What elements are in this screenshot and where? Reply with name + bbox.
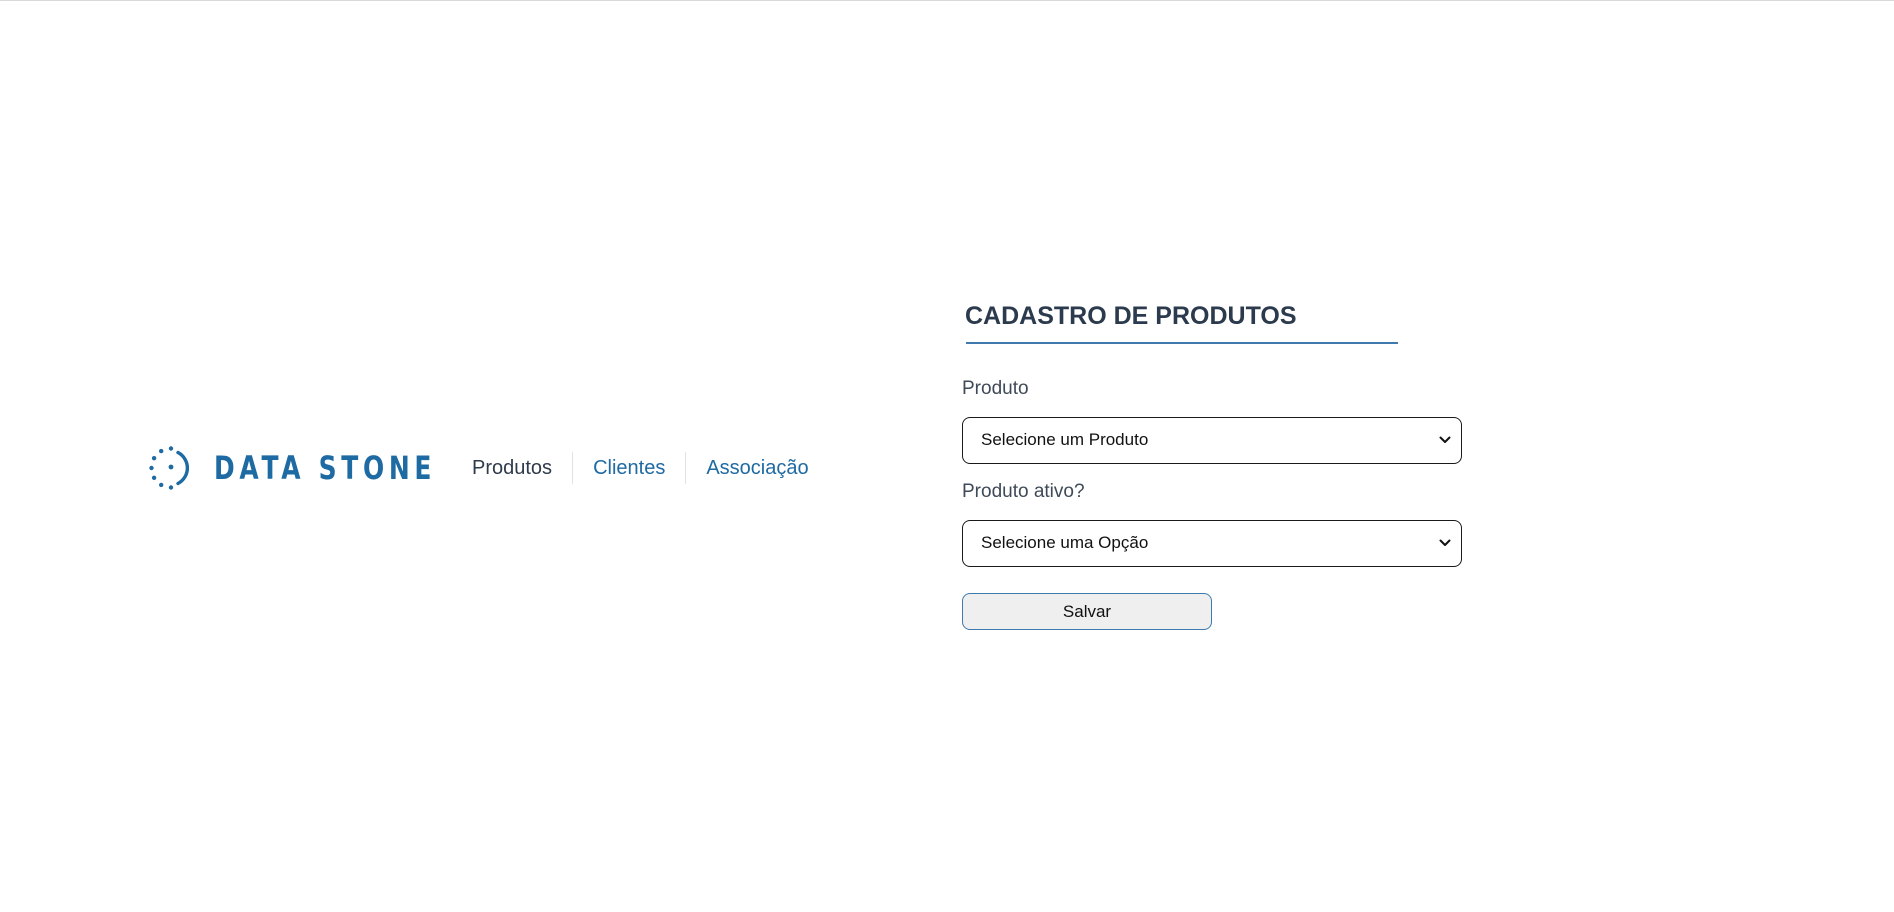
nav-item-produtos[interactable]: Produtos <box>452 452 572 484</box>
product-registration-form: CADASTRO DE PRODUTOS Produto Selecione u… <box>962 298 1462 630</box>
produto-ativo-label: Produto ativo? <box>962 481 1085 502</box>
site-header: DATA STONE Produtos Clientes Associação <box>148 442 829 494</box>
title-underline <box>966 342 1398 344</box>
produto-select-value: Selecione um Produto <box>981 430 1149 449</box>
page-title: CADASTRO DE PRODUTOS <box>965 302 1297 330</box>
nav-item-clientes[interactable]: Clientes <box>573 452 685 484</box>
dotted-circle-logo-icon <box>149 446 189 490</box>
produto-ativo-select-value: Selecione uma Opção <box>981 533 1149 552</box>
brand-name: DATA STONE <box>214 449 437 487</box>
main-nav: Produtos Clientes Associação <box>452 452 829 484</box>
produto-label: Produto <box>962 378 1029 399</box>
brand-logo[interactable]: DATA STONE <box>148 442 437 494</box>
save-button[interactable]: Salvar <box>962 593 1212 630</box>
chevron-down-icon <box>1439 436 1451 443</box>
top-border <box>0 0 1894 1</box>
produto-select[interactable]: Selecione um Produto <box>962 417 1462 464</box>
nav-item-associacao[interactable]: Associação <box>686 452 828 484</box>
chevron-down-icon <box>1439 539 1451 546</box>
produto-ativo-select[interactable]: Selecione uma Opção <box>962 520 1462 567</box>
